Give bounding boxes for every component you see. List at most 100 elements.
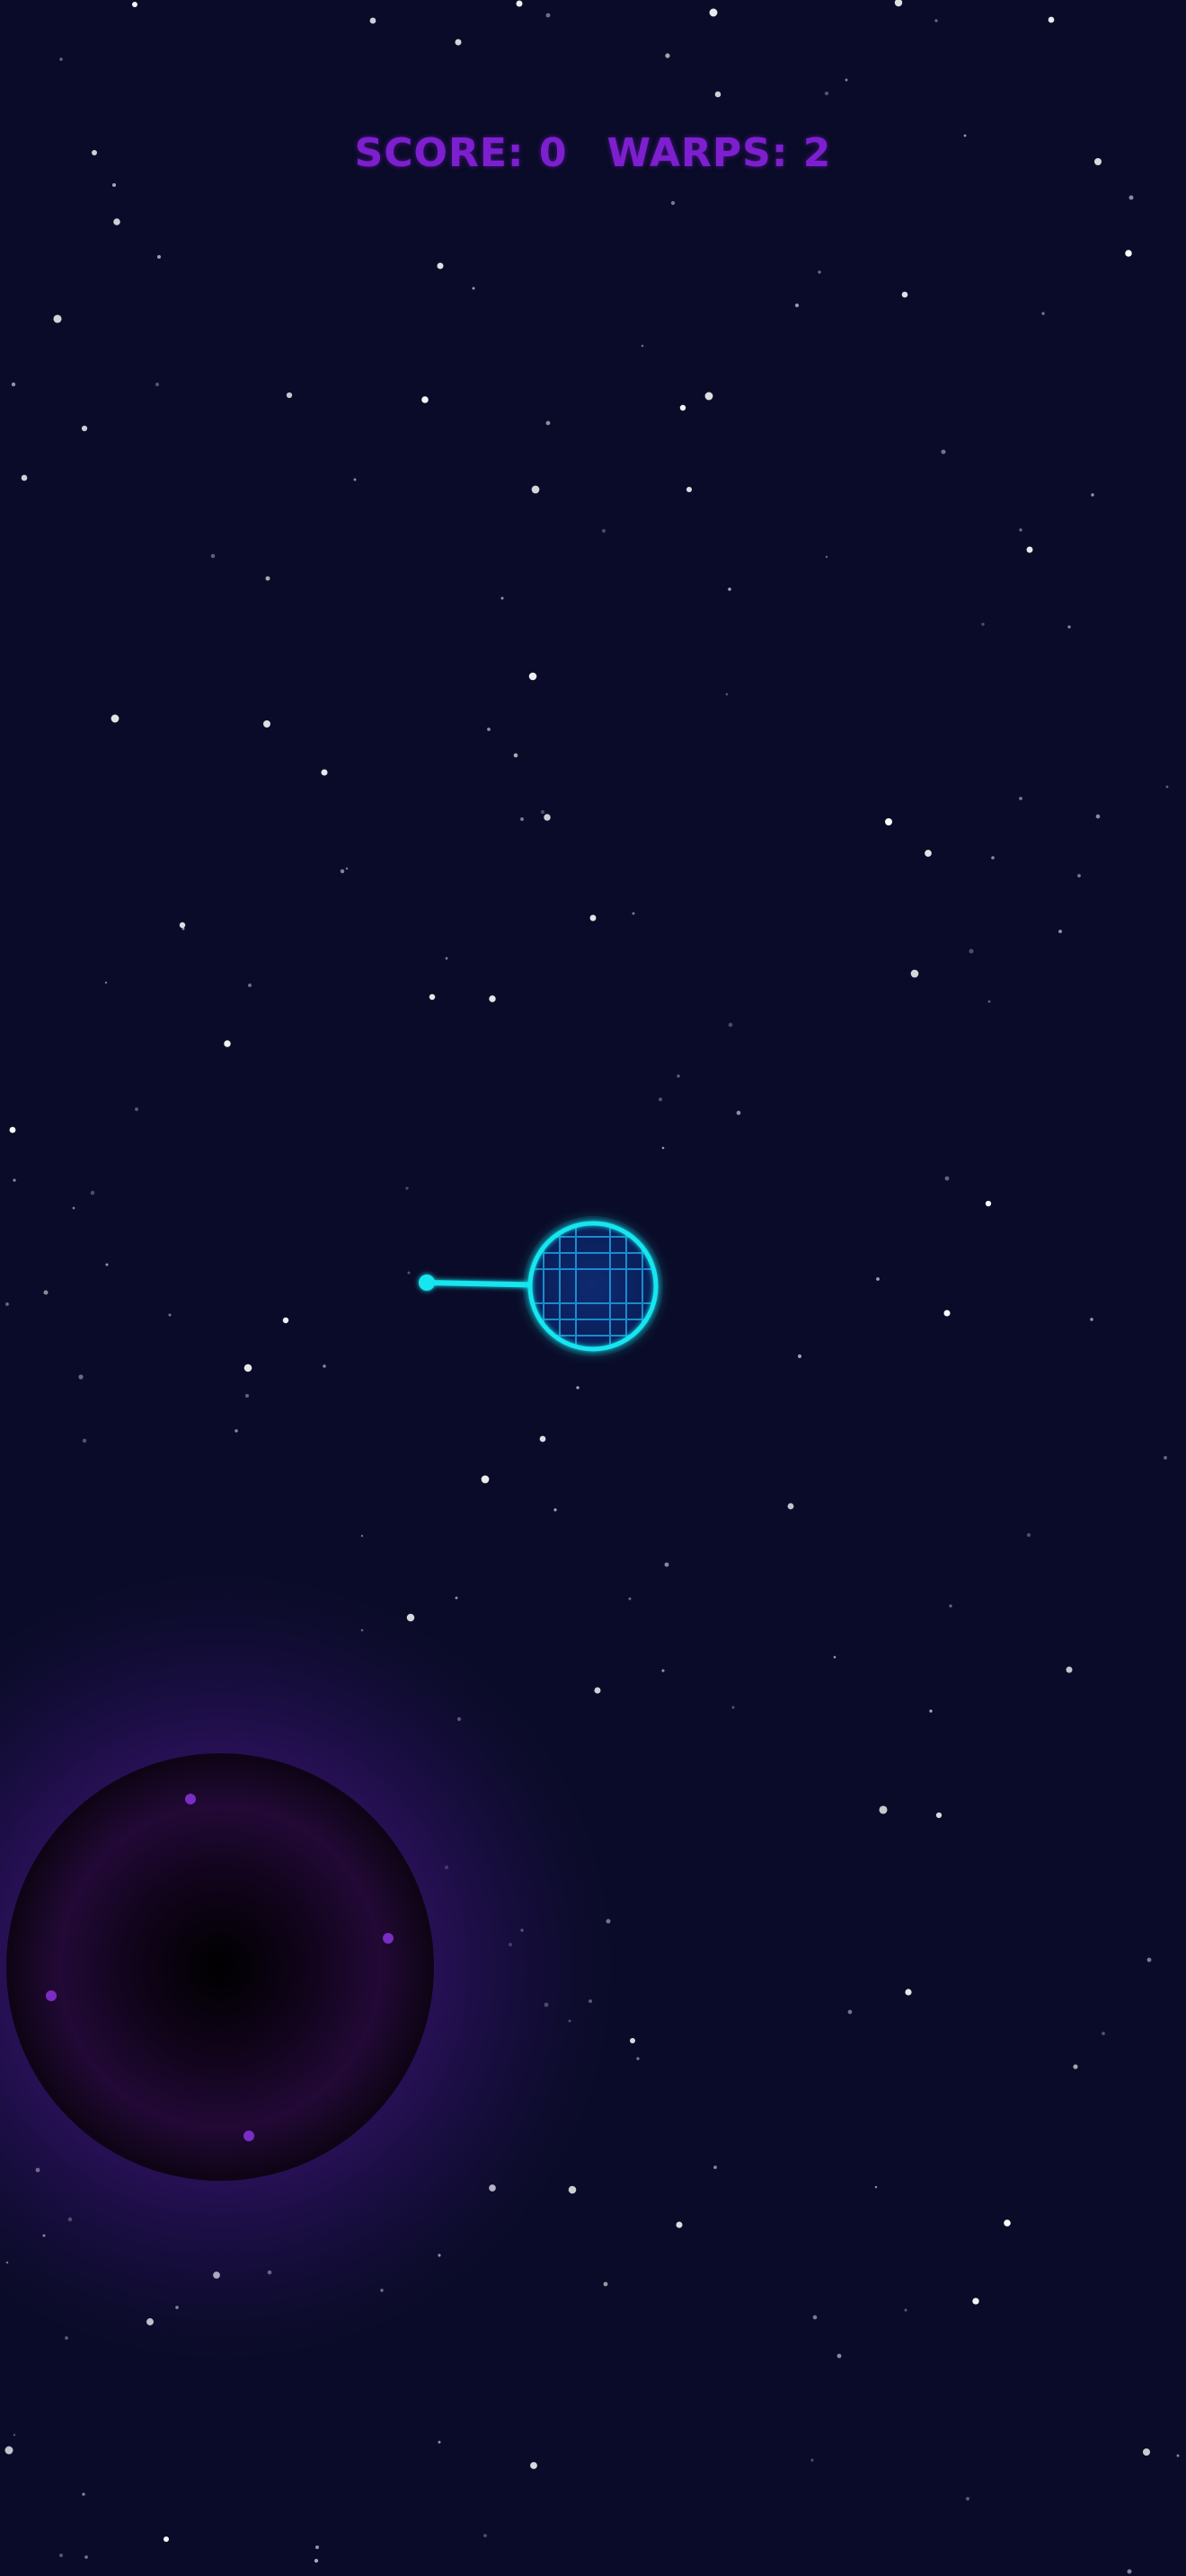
star — [836, 2353, 842, 2359]
star — [179, 922, 186, 929]
star — [1164, 1456, 1167, 1460]
star — [321, 769, 328, 776]
star — [163, 2536, 170, 2543]
star — [1128, 195, 1134, 200]
star — [825, 555, 828, 559]
star — [901, 291, 908, 298]
star — [314, 2545, 320, 2550]
star — [991, 856, 995, 860]
star — [879, 1805, 888, 1814]
star — [437, 262, 444, 269]
star — [594, 1687, 601, 1694]
star — [628, 1597, 632, 1601]
star — [904, 2308, 907, 2312]
star — [78, 1374, 84, 1380]
black-hole-particle — [383, 1933, 394, 1944]
star — [544, 814, 551, 821]
star — [925, 850, 932, 857]
black-hole-particle — [46, 1990, 57, 2001]
star — [944, 1176, 950, 1181]
black-hole-particle — [185, 1794, 196, 1804]
star — [664, 1562, 669, 1567]
star — [528, 672, 537, 681]
star — [736, 1110, 741, 1116]
star — [111, 714, 119, 723]
star — [247, 983, 252, 988]
star — [539, 1435, 546, 1442]
star — [500, 596, 504, 600]
star — [421, 396, 429, 403]
star — [833, 1655, 836, 1659]
star — [981, 622, 985, 626]
star — [725, 693, 729, 696]
star — [531, 485, 540, 494]
star — [369, 17, 376, 24]
star — [286, 392, 293, 399]
star — [589, 914, 597, 922]
star — [53, 314, 62, 323]
star — [157, 255, 161, 259]
star — [438, 2440, 441, 2444]
star — [265, 576, 270, 581]
star — [13, 1178, 16, 1182]
star — [82, 1438, 87, 1443]
star — [513, 753, 518, 758]
star — [665, 53, 670, 58]
star — [824, 91, 829, 96]
star — [713, 2166, 717, 2169]
star — [244, 1393, 250, 1398]
star — [134, 1107, 139, 1112]
star — [520, 817, 524, 821]
star — [676, 2221, 683, 2228]
star — [1019, 797, 1022, 800]
star — [972, 2298, 979, 2305]
star — [728, 1022, 733, 1028]
star — [487, 728, 491, 731]
star — [601, 528, 606, 534]
star — [105, 1263, 109, 1266]
star — [847, 2009, 853, 2015]
star — [111, 182, 117, 188]
star — [797, 1354, 802, 1359]
star — [728, 587, 731, 591]
star — [1066, 1666, 1073, 1673]
star — [1048, 16, 1055, 23]
star — [489, 995, 496, 1002]
star — [345, 867, 349, 870]
star — [787, 1503, 794, 1510]
star — [885, 818, 892, 825]
star — [553, 1508, 557, 1512]
star — [472, 287, 475, 290]
game-scene[interactable] — [0, 0, 1186, 2576]
star — [235, 1429, 238, 1433]
star — [1026, 546, 1033, 553]
star — [1077, 874, 1081, 878]
star — [661, 1669, 665, 1672]
player-orb[interactable] — [523, 1216, 663, 1356]
star — [641, 344, 644, 348]
star — [181, 927, 185, 931]
aim-handle[interactable] — [419, 1275, 435, 1291]
star — [1125, 250, 1132, 257]
game-canvas[interactable]: SCORE: 0 WARPS: 2 — [0, 0, 1186, 2576]
star — [314, 2558, 319, 2563]
star — [429, 993, 436, 1001]
star — [1019, 528, 1022, 532]
star — [1146, 1957, 1152, 1963]
star — [224, 1040, 231, 1047]
star — [714, 91, 721, 98]
star — [540, 809, 545, 815]
star — [407, 1271, 411, 1275]
star — [545, 420, 551, 426]
star — [709, 8, 718, 17]
star — [1026, 1532, 1031, 1538]
warps-label: WARPS: — [606, 130, 789, 176]
star — [353, 478, 357, 481]
star — [1067, 625, 1071, 629]
star — [966, 2497, 969, 2501]
star — [874, 2185, 878, 2189]
black-hole-particle — [243, 2130, 254, 2141]
star — [636, 2057, 640, 2060]
star — [282, 1317, 289, 1324]
star — [1165, 785, 1169, 789]
